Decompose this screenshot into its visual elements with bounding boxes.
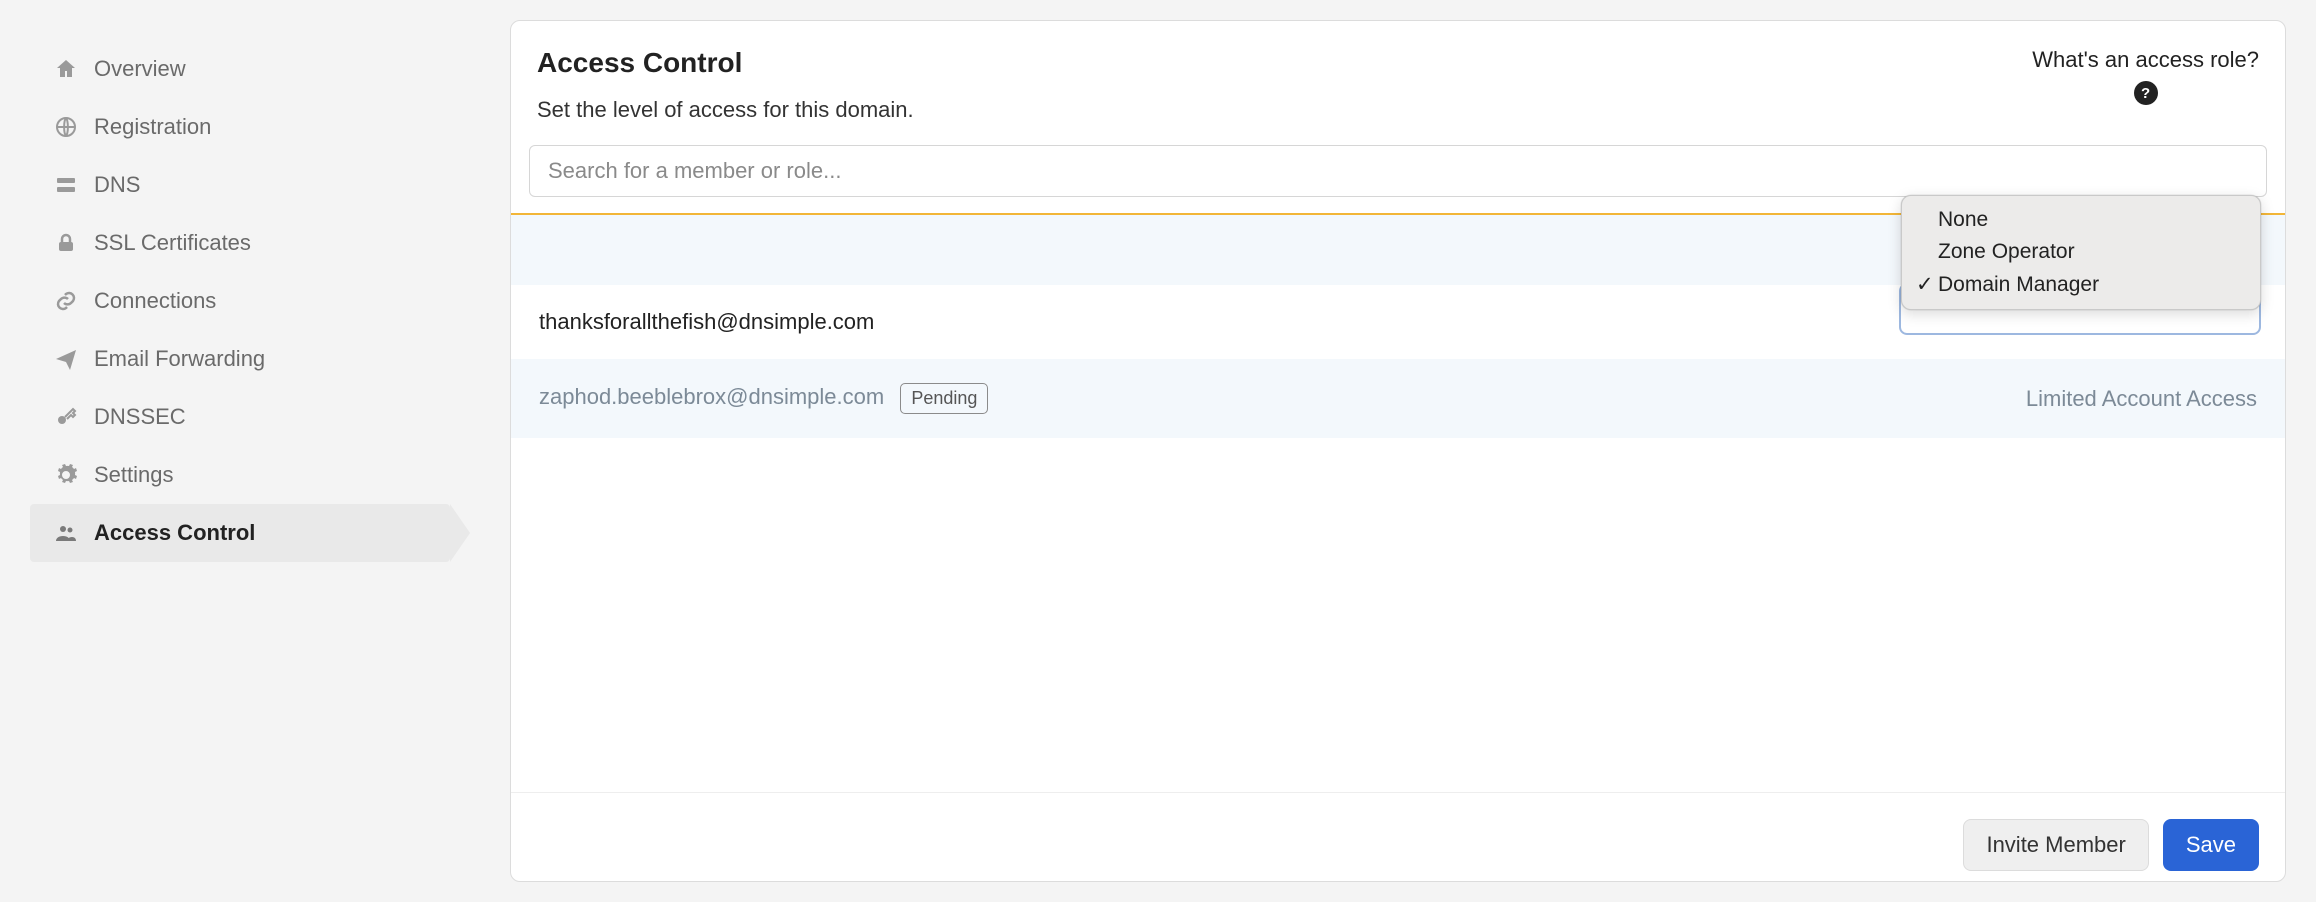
- sidebar-item-dns[interactable]: DNS: [30, 156, 450, 214]
- page-subtitle: Set the level of access for this domain.: [537, 97, 914, 123]
- link-icon: [54, 289, 78, 313]
- sidebar-item-label: Overview: [94, 56, 186, 82]
- paper-plane-icon: [54, 347, 78, 371]
- save-button[interactable]: Save: [2163, 819, 2259, 871]
- sidebar-item-ssl[interactable]: SSL Certificates: [30, 214, 450, 272]
- member-email: zaphod.beeblebrox@dnsimple.com: [539, 384, 884, 409]
- sidebar-item-label: Connections: [94, 288, 216, 314]
- sidebar-item-label: Access Control: [94, 520, 255, 546]
- help-label: What's an access role?: [2032, 47, 2259, 73]
- sidebar-item-label: SSL Certificates: [94, 230, 251, 256]
- panel-footer: Invite Member Save: [511, 792, 2285, 881]
- member-row-dropdown-host: None Zone Operator ✓ Domain Manager: [511, 215, 2285, 285]
- sidebar: Overview Registration DNS SSL Certificat…: [30, 20, 450, 882]
- dropdown-option-zone-operator[interactable]: Zone Operator: [1902, 236, 2260, 268]
- gear-icon: [54, 463, 78, 487]
- check-icon: ✓: [1916, 272, 1932, 297]
- role-dropdown[interactable]: None Zone Operator ✓ Domain Manager: [1901, 195, 2261, 310]
- dropdown-option-label: Domain Manager: [1938, 273, 2099, 297]
- sidebar-item-settings[interactable]: Settings: [30, 446, 450, 504]
- sidebar-item-label: DNS: [94, 172, 140, 198]
- sidebar-item-label: Settings: [94, 462, 174, 488]
- sidebar-item-label: Email Forwarding: [94, 346, 265, 372]
- dropdown-option-label: None: [1938, 208, 1988, 232]
- dropdown-option-label: Zone Operator: [1938, 240, 2075, 264]
- pending-badge: Pending: [900, 383, 988, 414]
- server-icon: [54, 173, 78, 197]
- member-search-input[interactable]: [529, 145, 2267, 197]
- lock-icon: [54, 231, 78, 255]
- home-icon: [54, 57, 78, 81]
- dropdown-option-domain-manager[interactable]: ✓ Domain Manager: [1902, 268, 2260, 301]
- globe-icon: [54, 115, 78, 139]
- access-control-panel: Access Control Set the level of access f…: [510, 20, 2286, 882]
- sidebar-item-dnssec[interactable]: DNSSEC: [30, 388, 450, 446]
- help-link[interactable]: What's an access role? ?: [2032, 47, 2259, 123]
- sidebar-item-label: Registration: [94, 114, 211, 140]
- panel-header: Access Control Set the level of access f…: [511, 21, 2285, 145]
- member-role: Limited Account Access: [2026, 386, 2257, 412]
- question-icon: ?: [2134, 81, 2158, 105]
- invite-member-button[interactable]: Invite Member: [1963, 819, 2148, 871]
- key-icon: [54, 405, 78, 429]
- member-row: zaphod.beeblebrox@dnsimple.com Pending L…: [511, 359, 2285, 438]
- sidebar-item-connections[interactable]: Connections: [30, 272, 450, 330]
- dropdown-option-none[interactable]: None: [1902, 204, 2260, 236]
- page-title: Access Control: [537, 47, 914, 79]
- sidebar-item-label: DNSSEC: [94, 404, 186, 430]
- sidebar-item-access-control[interactable]: Access Control: [30, 504, 450, 562]
- member-email: thanksforallthefish@dnsimple.com: [539, 309, 874, 335]
- sidebar-item-email-forwarding[interactable]: Email Forwarding: [30, 330, 450, 388]
- sidebar-item-overview[interactable]: Overview: [30, 40, 450, 98]
- users-icon: [54, 521, 78, 545]
- sidebar-item-registration[interactable]: Registration: [30, 98, 450, 156]
